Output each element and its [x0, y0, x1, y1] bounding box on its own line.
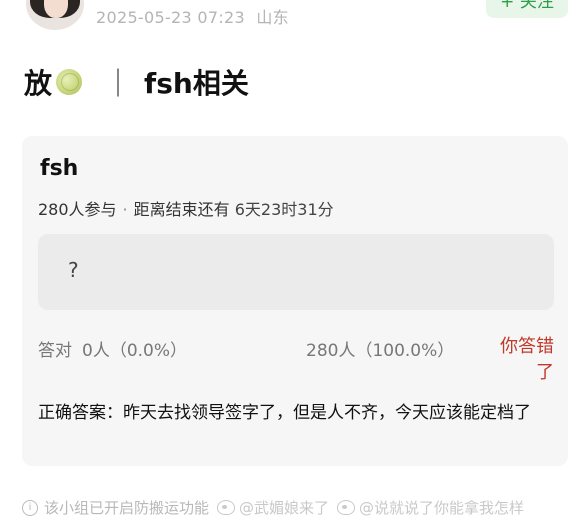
weibo-icon: [217, 500, 236, 515]
melon-icon: [56, 69, 83, 95]
correct-answer: 正确答案：昨天去找领导签字了，但是人不齐，今天应该能定档了: [38, 403, 531, 423]
post-title: 放 ｜ fsh相关: [24, 62, 249, 102]
correct-count: 0人（0.0%）: [82, 341, 188, 361]
title-suffix: fsh相关: [144, 67, 249, 100]
correct-stat: 答对 0人（0.0%）: [38, 336, 187, 361]
quiz-subtitle: 280人参与 · 距离结束还有 6天23时31分: [38, 196, 334, 220]
title-separator: ｜: [104, 67, 133, 100]
follow-button[interactable]: + 关注: [486, 0, 568, 18]
correct-label: 答对: [38, 341, 72, 361]
quiz-title: fsh: [40, 156, 79, 181]
watermark-2: @说就说了你能拿我怎样: [337, 497, 524, 518]
wrong-stat: 280人（100.0%）: [306, 341, 455, 361]
post-datetime: 2025-05-23 07:23: [96, 8, 245, 27]
answer-option[interactable]: ?: [38, 234, 554, 310]
post-location: 山东: [256, 8, 289, 27]
avatar[interactable]: [26, 0, 84, 30]
title-prefix: 放: [24, 67, 53, 100]
quiz-remaining-label: 距离结束还有: [133, 200, 230, 219]
weibo-icon: [337, 500, 356, 515]
result-text: 你答错了: [500, 336, 554, 383]
footer: i 该小组已开启防搬运功能 @武媚娘来了 @说就说了你能拿我怎样: [22, 497, 524, 518]
quiz-remaining-time: 6天23时31分: [234, 200, 334, 219]
anti-repost-notice: 该小组已开启防搬运功能: [44, 499, 210, 517]
post-meta: 2025-05-23 07:23 山东: [96, 4, 289, 28]
quiz-card: fsh 280人参与 · 距离结束还有 6天23时31分 ? 答对 0人（0.0%） …: [22, 136, 568, 466]
quiz-participants: 280人参与: [38, 200, 117, 219]
watermark-2-text: @说就说了你能拿我怎样: [359, 499, 525, 517]
quiz-dot: ·: [122, 200, 128, 219]
watermark-1: @武媚娘来了: [217, 497, 329, 518]
info-icon: i: [22, 499, 38, 516]
watermark-1-text: @武媚娘来了: [239, 499, 330, 517]
answer-option-text: ?: [68, 258, 79, 282]
post-page: 2025-05-23 07:23 山东 + 关注 放 ｜ fsh相关 fsh 2…: [0, 0, 586, 525]
